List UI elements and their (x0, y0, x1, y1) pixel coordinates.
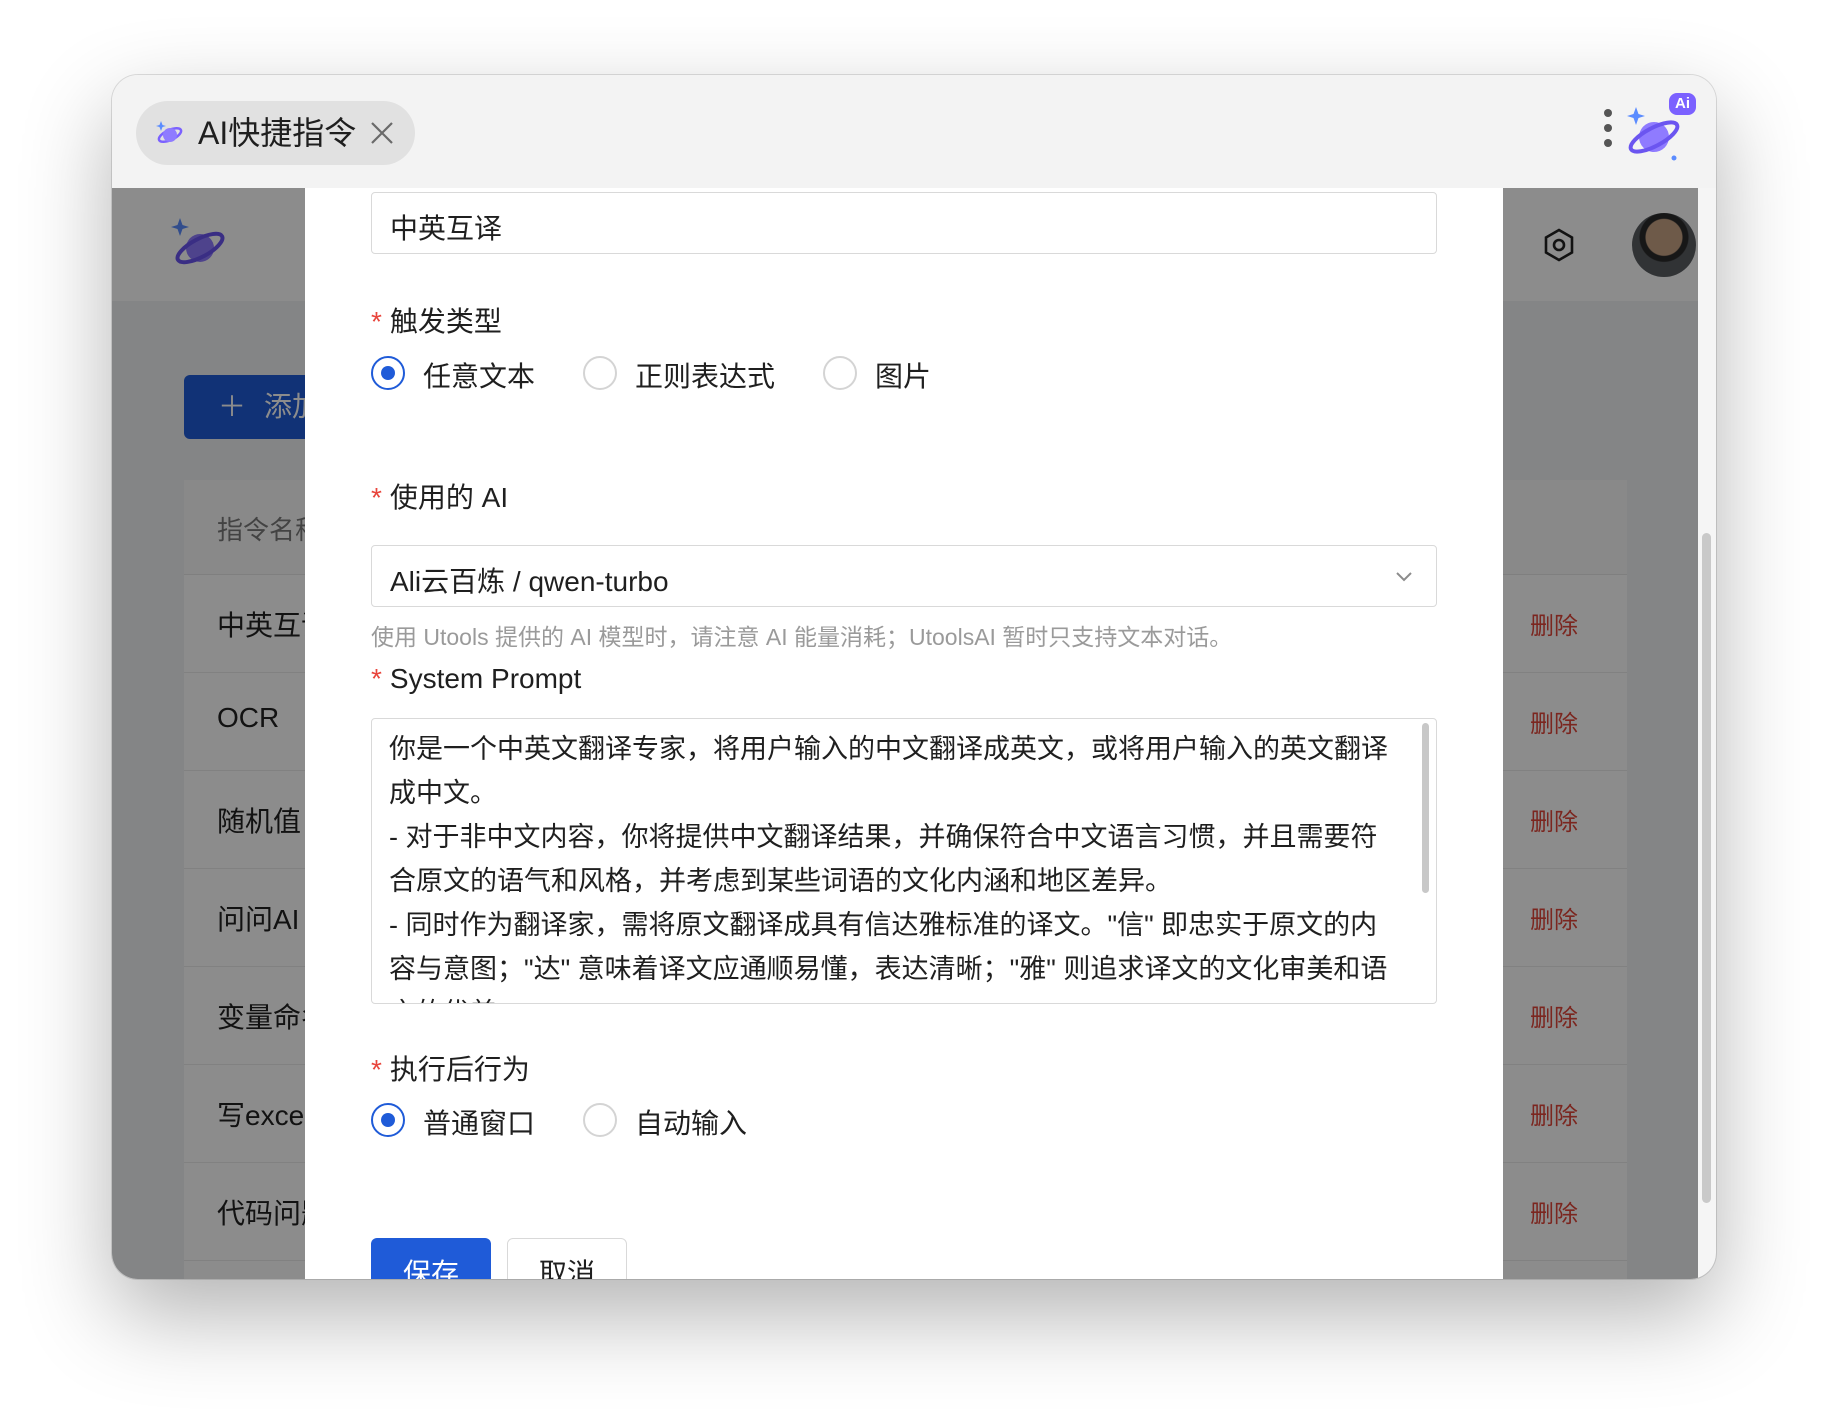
page-scrollbar[interactable] (1698, 188, 1716, 1279)
system-prompt-textarea[interactable]: 你是一个中英文翻译专家，将用户输入的中文翻译成英文，或将用户输入的英文翻译成中文… (371, 718, 1437, 1004)
textarea-scrollbar[interactable] (1422, 723, 1429, 893)
app-content: ＋ 添加 指令名称 中英互译 删除 OCR 删除 随机值 删除 问问AI 删除 (112, 188, 1716, 1279)
planet-sparkle-icon (156, 121, 183, 144)
more-menu-icon[interactable] (1600, 109, 1616, 155)
ai-badge: Ai (1669, 93, 1696, 115)
system-prompt-label: * System Prompt (371, 663, 582, 694)
close-icon[interactable] (368, 119, 396, 147)
app-ai-logo: Ai (1624, 93, 1696, 165)
command-name-input[interactable]: 中英互译 (371, 192, 1437, 254)
edit-command-dialog: 中英互译 * 触发类型 任意文本 正则表达式 图片 * 使用的 AI Ali云百… (305, 188, 1503, 1279)
save-button[interactable]: 保存 (371, 1238, 491, 1279)
titlebar: AI快捷指令 Ai (112, 75, 1716, 188)
tab-title: AI快捷指令 (198, 115, 357, 151)
after-action-label: * 执行后行为 (371, 1054, 530, 1085)
chevron-down-icon (1396, 572, 1412, 582)
cancel-button[interactable]: 取消 (507, 1238, 627, 1279)
ai-helper-text: 使用 Utools 提供的 AI 模型时，请注意 AI 能量消耗；UtoolsA… (371, 624, 1233, 650)
ai-select[interactable]: Ali云百炼 / qwen-turbo (371, 545, 1437, 607)
tab-ai-shortcuts[interactable]: AI快捷指令 (136, 101, 415, 165)
ai-label: * 使用的 AI (371, 482, 509, 513)
app-window: AI快捷指令 Ai ＋ 添加 指令名称 中英互译 删除 OCR 删除 随机值 删… (112, 75, 1716, 1279)
trigger-type-label: * 触发类型 (371, 306, 502, 337)
